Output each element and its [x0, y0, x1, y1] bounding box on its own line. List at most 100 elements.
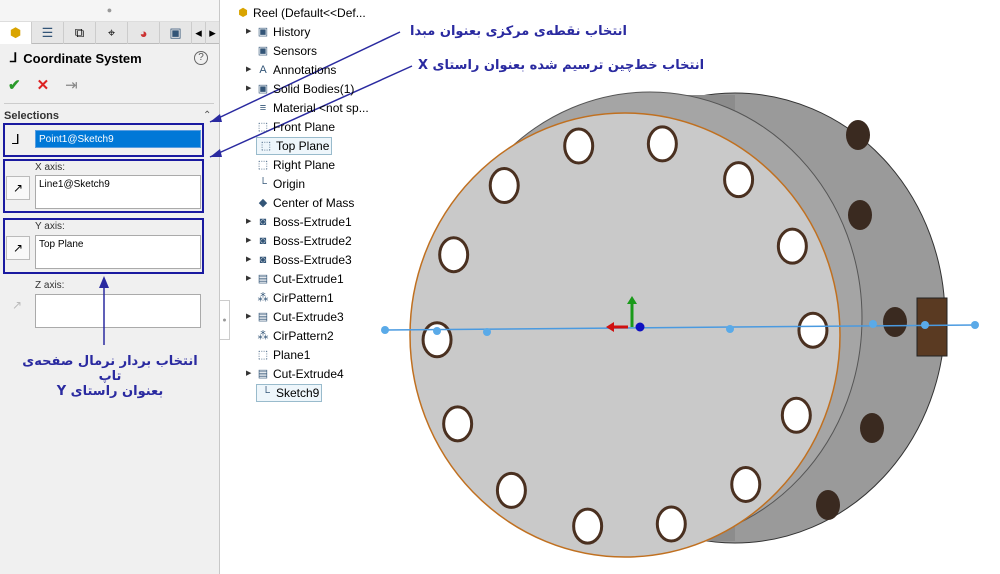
tree-item[interactable]: ▶ ▣ Solid Bodies(1) — [246, 80, 355, 98]
front-flange — [409, 112, 841, 558]
tree-item[interactable]: ▶ ▤ Cut-Extrude1 — [246, 270, 344, 288]
tree-item[interactable]: ▶ ▤ Cut-Extrude4 — [246, 365, 344, 383]
tree-root[interactable]: ⬢ Reel (Default<<Def... — [236, 4, 366, 22]
expand-arrow-icon[interactable]: ▶ — [246, 308, 251, 326]
center-of-mass-icon: ◆ — [258, 197, 268, 209]
bolt-hole — [646, 125, 678, 163]
tree-item[interactable]: ⬚ Front Plane — [256, 118, 335, 136]
bolt-hole — [846, 120, 870, 150]
folder-icon: ▣ — [257, 45, 269, 57]
x-axis-annotation: انتخاب خط‌چین ترسیم شده بعنوان راستای X — [418, 58, 705, 73]
bolt-hole — [572, 507, 604, 545]
expand-arrow-icon[interactable]: ▶ — [246, 232, 251, 250]
cut-icon: ▤ — [257, 368, 269, 380]
tree-item-label: Solid Bodies(1) — [273, 82, 355, 96]
expand-arrow-icon[interactable]: ▶ — [246, 365, 251, 383]
expand-arrow-icon[interactable]: ▶ — [246, 213, 251, 231]
cut-icon: ▤ — [257, 273, 269, 285]
bolt-hole — [655, 505, 687, 543]
tree-item[interactable]: ▶ ◙ Boss-Extrude2 — [246, 232, 352, 250]
expand-arrow-icon[interactable]: ▶ — [246, 23, 251, 41]
tree-item-label: Right Plane — [273, 158, 336, 172]
tree-item-label: Front Plane — [273, 120, 336, 134]
plane-icon: ⬚ — [257, 159, 269, 171]
folder-icon: ▣ — [257, 83, 269, 95]
plane-icon: ⬚ — [257, 121, 269, 133]
bolt-hole — [883, 307, 907, 337]
extrude-icon: ◙ — [259, 216, 267, 228]
tree-item[interactable]: ▶ ◙ Boss-Extrude1 — [246, 213, 352, 231]
tree-item-label: Cut-Extrude3 — [273, 310, 344, 324]
tree-item[interactable]: ▣ Sensors — [256, 42, 317, 60]
sketch-point — [726, 325, 734, 333]
reel-part[interactable] — [99, 31, 979, 558]
tree-item-label: Cut-Extrude4 — [273, 367, 344, 381]
tree-item[interactable]: ⬚ Top Plane — [256, 137, 333, 155]
sketch-point — [971, 321, 979, 329]
tree-item-label: Sensors — [273, 44, 318, 58]
tree-item-label: Boss-Extrude3 — [273, 253, 352, 267]
tree-item-label: CirPattern1 — [273, 291, 334, 305]
sketch-icon: └ — [262, 387, 270, 399]
expand-arrow-icon[interactable]: ▶ — [246, 251, 251, 269]
tree-root-label: Reel (Default<<Def... — [253, 6, 366, 20]
bolt-hole — [723, 161, 755, 199]
bolt-hole — [860, 413, 884, 443]
sketch-point — [433, 327, 441, 335]
tree-item-label: Origin — [273, 177, 306, 191]
tree-item[interactable]: └ Sketch9 — [256, 384, 323, 402]
tree-item[interactable]: ⬚ Right Plane — [256, 156, 335, 174]
leader-arrowhead — [99, 276, 109, 288]
bolt-hole — [495, 471, 527, 509]
tree-item[interactable]: └ Origin — [256, 175, 305, 193]
tree-item[interactable]: ▶ ▣ History — [246, 23, 311, 41]
tree-item[interactable]: ≡ Material <not sp... — [256, 99, 369, 117]
tree-item-label: Sketch9 — [276, 386, 320, 400]
tree-item[interactable]: ▶ ◙ Boss-Extrude3 — [246, 251, 352, 269]
bolt-hole — [776, 227, 808, 265]
origin-annotation: انتخاب نقطه‌ی مرکزی بعنوان مبدا — [410, 24, 628, 39]
extrude-icon: ◙ — [259, 254, 267, 266]
annotation-icon: A — [259, 64, 267, 76]
expand-arrow-icon[interactable]: ▶ — [246, 61, 251, 79]
expand-arrow-icon[interactable]: ▶ — [246, 80, 251, 98]
leader-arrowhead — [210, 114, 222, 122]
folder-icon: ▣ — [257, 26, 269, 38]
extrude-icon: ◙ — [259, 235, 267, 247]
tree-item-label: Plane1 — [273, 348, 311, 362]
tree-item[interactable]: ▶ ▤ Cut-Extrude3 — [246, 308, 344, 326]
bolt-hole — [442, 405, 474, 443]
tree-item-label: History — [273, 25, 311, 39]
tree-item[interactable]: ⁂ CirPattern1 — [256, 289, 334, 307]
tree-item[interactable]: ⬚ Plane1 — [256, 346, 311, 364]
pattern-icon: ⁂ — [257, 330, 269, 342]
bolt-hole — [797, 311, 829, 349]
bolt-hole — [780, 396, 812, 434]
tree-item-label: Material <not sp... — [273, 101, 369, 115]
sketch-point — [921, 321, 929, 329]
tree-item-label: Top Plane — [276, 139, 330, 153]
plane-icon: ⬚ — [260, 140, 272, 152]
graphics-viewport[interactable] — [0, 0, 1000, 574]
y-axis-annotation: انتخاب بردار نرمال صفحه‌ی تاپ بعنوان راست… — [15, 354, 205, 399]
bolt-hole — [563, 127, 595, 165]
bolt-hole — [848, 200, 872, 230]
bolt-hole — [730, 465, 762, 503]
keyway-slot — [916, 297, 948, 357]
tree-item[interactable]: ⁂ CirPattern2 — [256, 327, 334, 345]
tree-item-label: Boss-Extrude2 — [273, 234, 352, 248]
cut-icon: ▤ — [257, 311, 269, 323]
tree-item[interactable]: ◆ Center of Mass — [256, 194, 355, 212]
expand-arrow-icon[interactable]: ▶ — [246, 270, 251, 288]
tree-item-label: Boss-Extrude1 — [273, 215, 352, 229]
origin-icon: └ — [259, 178, 267, 190]
part-icon: ⬢ — [238, 7, 248, 19]
tree-item-label: CirPattern2 — [273, 329, 334, 343]
plane-icon: ⬚ — [257, 349, 269, 361]
sketch-point — [381, 326, 389, 334]
bolt-hole — [438, 236, 470, 274]
tree-item[interactable]: ▶ A Annotations — [246, 61, 336, 79]
material-icon: ≡ — [259, 102, 267, 114]
pattern-icon: ⁂ — [257, 292, 269, 304]
y-annotation-line2: بعنوان راستای Y — [56, 384, 164, 399]
